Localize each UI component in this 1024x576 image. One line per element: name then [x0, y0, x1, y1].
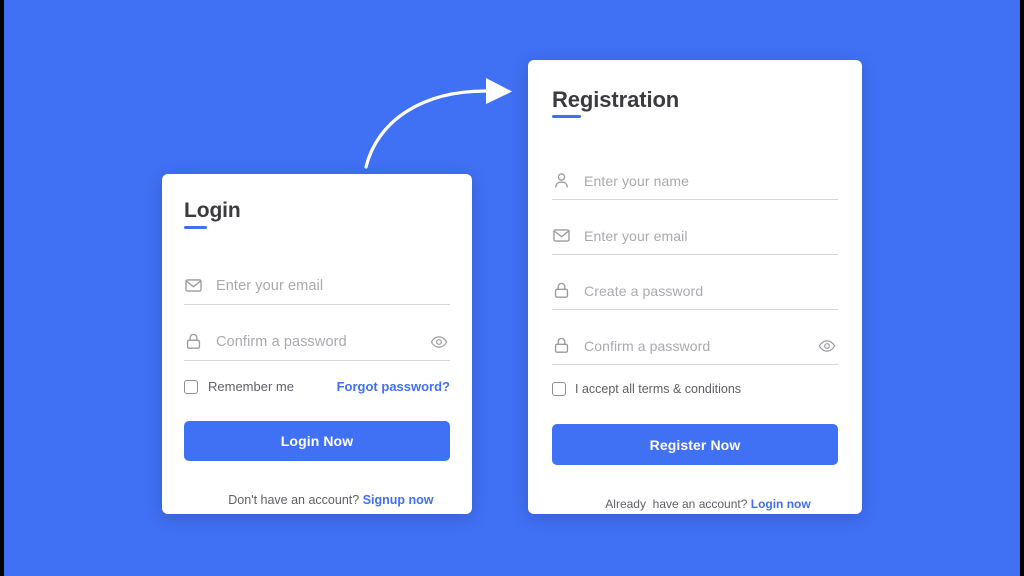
login-now-link[interactable]: Login now — [751, 497, 811, 511]
login-now-button[interactable]: Login Now — [184, 421, 450, 462]
registration-fields: Enter your name Enter your email Create … — [552, 162, 838, 525]
registration-name-field[interactable]: Enter your name — [552, 162, 838, 201]
login-password-placeholder: Confirm a password — [216, 333, 347, 350]
remember-me-label: Remember me — [208, 379, 294, 395]
eye-icon[interactable] — [429, 332, 449, 352]
login-options-row: Remember me Forgot password? — [184, 379, 450, 394]
registration-confirm-password-field[interactable]: Confirm a password — [552, 327, 838, 366]
registration-confirm-password-placeholder: Confirm a password — [584, 337, 711, 354]
login-title-text: Login — [184, 199, 241, 222]
person-icon — [552, 171, 571, 190]
lock-icon — [552, 336, 571, 355]
registration-footer: Already have an account? Login now — [552, 483, 838, 525]
remember-me-control[interactable]: Remember me — [184, 379, 294, 394]
login-footer-text: Don't have an account? — [228, 493, 363, 508]
forgot-password-link[interactable]: Forgot password? — [337, 379, 450, 394]
registration-create-password-field[interactable]: Create a password — [552, 272, 838, 311]
lock-icon — [552, 281, 571, 300]
registration-title-text: Registration — [552, 87, 680, 112]
login-fields: Enter your email Confirm a password Reme… — [184, 267, 450, 521]
app-background: Login Enter your email Confirm a passwor… — [4, 0, 1020, 576]
title-underline-accent — [552, 115, 581, 119]
envelope-icon — [184, 276, 203, 295]
register-now-button[interactable]: Register Now — [552, 424, 838, 466]
registration-email-field[interactable]: Enter your email — [552, 217, 838, 256]
login-password-field[interactable]: Confirm a password — [184, 323, 450, 362]
registration-footer-text: Already have an account? — [605, 497, 751, 512]
terms-checkbox[interactable] — [552, 382, 566, 397]
registration-card: Registration Enter your name Enter your … — [528, 60, 862, 514]
eye-icon[interactable] — [817, 336, 837, 356]
registration-create-password-placeholder: Create a password — [584, 282, 704, 299]
login-card: Login Enter your email Confirm a passwor… — [162, 174, 472, 514]
login-email-placeholder: Enter your email — [216, 277, 324, 294]
envelope-icon — [552, 226, 571, 245]
remember-me-checkbox[interactable] — [184, 379, 198, 394]
lock-icon — [184, 332, 203, 351]
login-page-title: Login — [184, 199, 241, 230]
signup-now-link[interactable]: Signup now — [363, 493, 434, 507]
curved-arrow-right-icon — [349, 70, 529, 185]
registration-page-title: Registration — [552, 87, 680, 119]
registration-email-placeholder: Enter your email — [584, 227, 688, 244]
registration-name-placeholder: Enter your name — [584, 172, 689, 189]
login-email-field[interactable]: Enter your email — [184, 267, 450, 306]
terms-control[interactable]: I accept all terms & conditions — [552, 382, 838, 397]
terms-label: I accept all terms & conditions — [575, 382, 742, 397]
login-footer: Don't have an account? Signup now — [184, 479, 450, 521]
title-underline-accent — [184, 226, 207, 230]
